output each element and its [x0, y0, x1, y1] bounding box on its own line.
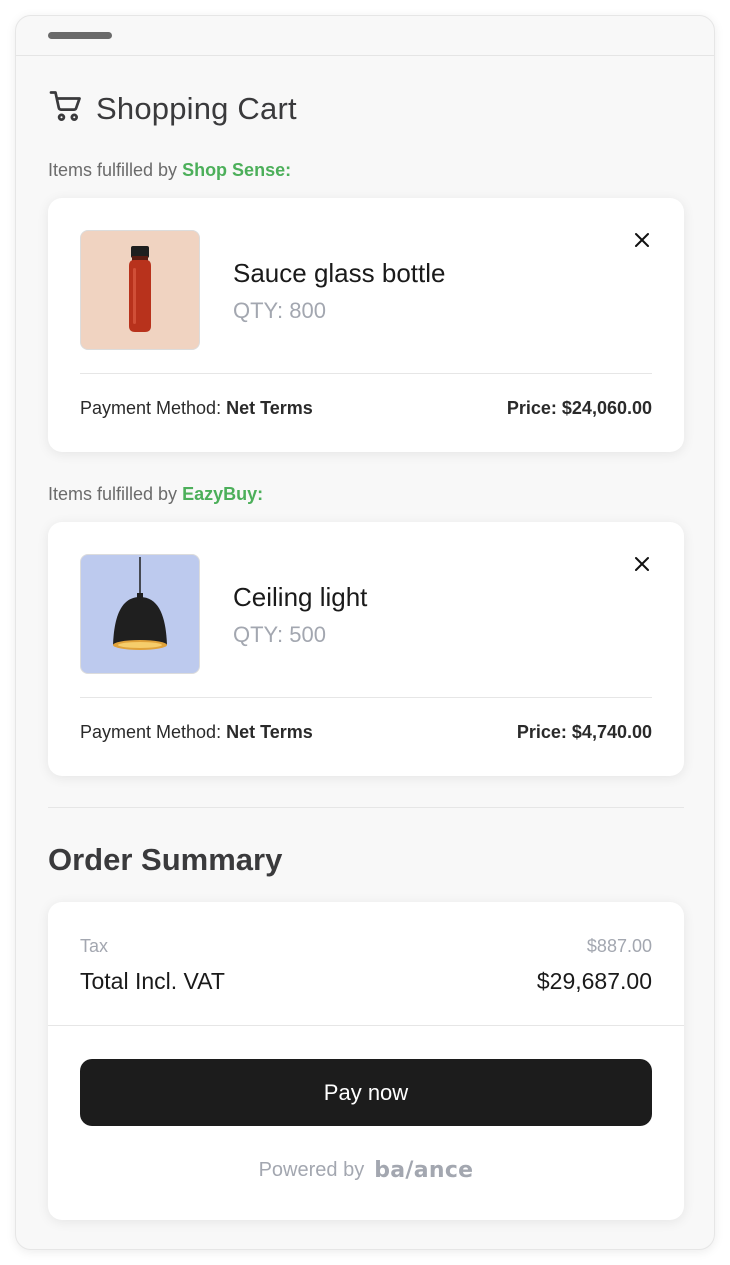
card-divider	[80, 697, 652, 698]
product-thumbnail	[80, 230, 200, 350]
drag-handle[interactable]	[48, 32, 112, 39]
fulfillment-label-eazybuy: Items fulfilled by EazyBuy:	[48, 484, 263, 505]
payment-method: Payment Method: Net Terms	[80, 398, 313, 419]
price-label: Price:	[506, 398, 562, 418]
remove-item-button[interactable]	[630, 554, 654, 578]
fulfilled-prefix: Items fulfilled by	[48, 484, 183, 504]
product-name: Ceiling light	[233, 582, 368, 612]
bottle-icon	[120, 238, 160, 343]
cart-icon	[48, 88, 84, 129]
total-value: $29,687.00	[536, 968, 652, 994]
balance-logo: ba/ance	[374, 1158, 474, 1183]
quantity: QTY: 800	[233, 298, 326, 323]
payment-label: Payment Method:	[80, 398, 227, 418]
fulfillment-label-shop-sense: Items fulfilled by Shop Sense:	[48, 160, 291, 181]
close-icon	[634, 556, 650, 577]
product-thumbnail	[80, 554, 200, 674]
price-value: $24,060.00	[561, 398, 652, 418]
payment-method: Payment Method: Net Terms	[80, 722, 313, 743]
powered-by-text: Powered by	[258, 1159, 365, 1181]
cart-item-card: Sauce glass bottle QTY: 800 Payment Meth…	[48, 198, 684, 452]
powered-by: Powered by ba/ance	[48, 1158, 684, 1183]
top-bar	[16, 16, 714, 56]
summary-divider	[48, 1025, 684, 1026]
payment-label: Payment Method:	[80, 722, 227, 742]
payment-value: Net Terms	[226, 722, 313, 742]
product-name: Sauce glass bottle	[233, 258, 446, 288]
tax-label: Tax	[80, 936, 109, 956]
vendor-name: EazyBuy:	[182, 484, 264, 504]
fulfilled-prefix: Items fulfilled by	[48, 160, 183, 180]
pendant-lamp-icon	[100, 556, 180, 672]
tax-value: $887.00	[586, 936, 652, 956]
quantity: QTY: 500	[233, 622, 326, 647]
total-label: Total Incl. VAT	[80, 968, 225, 994]
order-summary-card: Tax $887.00 Total Incl. VAT $29,687.00 P…	[48, 902, 684, 1220]
price-label: Price:	[516, 722, 572, 742]
page-title: Shopping Cart	[96, 90, 297, 126]
header: Shopping Cart	[48, 88, 297, 129]
checkout-panel: Shopping Cart Items fulfilled by Shop Se…	[15, 15, 715, 1250]
cart-item-card: Ceiling light QTY: 500 Payment Method: N…	[48, 522, 684, 776]
payment-value: Net Terms	[226, 398, 313, 418]
order-summary-title: Order Summary	[48, 842, 283, 877]
card-divider	[80, 373, 652, 374]
remove-item-button[interactable]	[630, 230, 654, 254]
close-icon	[634, 232, 650, 253]
price-value: $4,740.00	[571, 722, 652, 742]
pay-now-button[interactable]: Pay now	[80, 1059, 652, 1126]
vendor-name: Shop Sense:	[182, 160, 292, 180]
section-divider	[48, 807, 684, 808]
item-price: Price: $24,060.00	[507, 398, 652, 419]
item-price: Price: $4,740.00	[517, 722, 652, 743]
